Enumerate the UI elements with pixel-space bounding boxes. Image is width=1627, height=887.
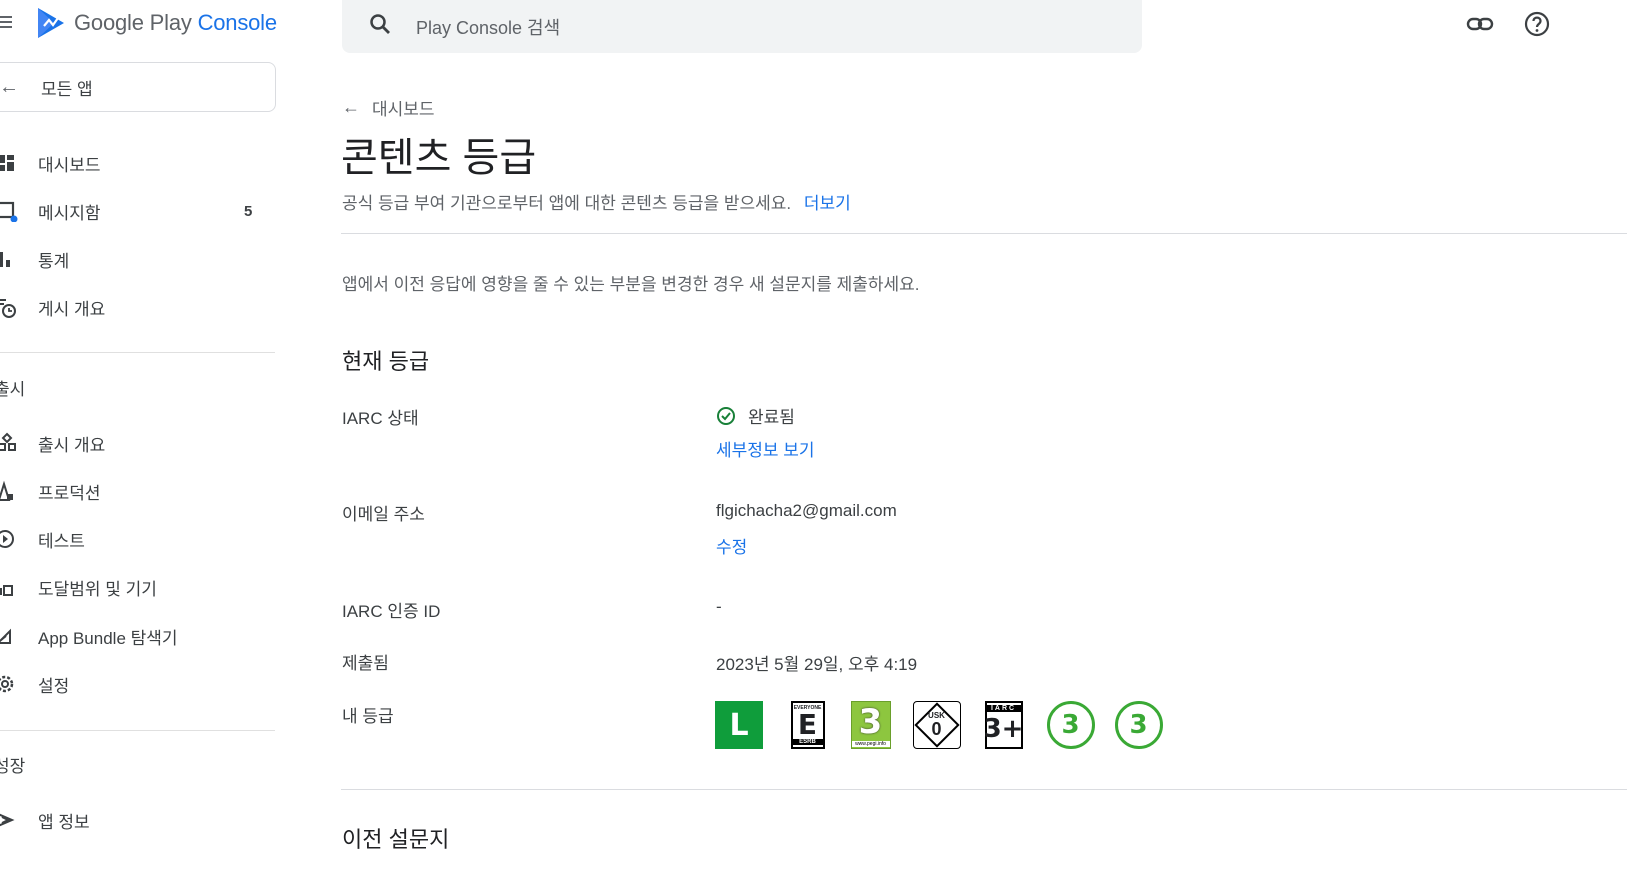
section-divider <box>341 789 1627 790</box>
inbox-icon <box>0 201 18 222</box>
pegi-url: www.pegi.info <box>851 741 890 747</box>
email-label: 이메일 주소 <box>342 505 425 524</box>
app-bundle-icon <box>0 628 11 644</box>
email-value: flgichacha2@gmail.com <box>716 501 897 520</box>
link-icon[interactable] <box>1466 10 1494 38</box>
sidebar-item-label: 앱 정보 <box>38 812 90 832</box>
esrb-rating-badge: EVERYONE E ESRB <box>790 701 825 749</box>
sidebar-item-label: 통계 <box>38 251 70 271</box>
iarc-status-label: IARC 상태 <box>342 409 419 428</box>
back-to-dashboard-link[interactable]: ← 대시보드 <box>342 95 435 120</box>
view-details-link[interactable]: 세부정보 보기 <box>716 436 815 461</box>
sidebar-item-label: 메시지함 <box>38 203 101 223</box>
sidebar-item-inbox[interactable]: 메시지함 5 <box>0 191 280 231</box>
sidebar-item-label: 대시보드 <box>38 155 101 175</box>
sidebar: Google Play Console ← 모든 앱 대시보드 메시지함 5 통… <box>0 0 290 887</box>
sidebar-item-label: App Bundle 탐색기 <box>38 628 178 648</box>
current-rating-heading: 현재 등급 <box>342 349 430 374</box>
logo-console: Console <box>197 10 278 35</box>
settings-icon <box>0 675 14 693</box>
sidebar-item-label: 설정 <box>38 676 70 696</box>
subtitle-text: 공식 등급 부여 기관으로부터 앱에 대한 콘텐츠 등급을 받으세요. <box>342 194 792 213</box>
sidebar-item-label: 게시 개요 <box>38 299 106 319</box>
sidebar-item-label: 출시 개요 <box>38 435 106 455</box>
bar-chart-icon <box>0 252 10 267</box>
section-grow-heading: 성장 <box>0 757 26 776</box>
submitted-value: 2023년 5월 29일, 오후 4:19 <box>716 655 918 674</box>
learn-more-link[interactable]: 더보기 <box>804 194 851 213</box>
store-presence-icon <box>0 813 15 827</box>
rating-badges: L EVERYONE E ESRB 3 www.pegi.info USK 0 … <box>715 701 1183 749</box>
publishing-overview-icon <box>0 299 16 318</box>
sidebar-item-app-bundle-explorer[interactable]: App Bundle 탐색기 <box>0 616 280 656</box>
previous-questionnaire-heading: 이전 설문지 <box>342 827 450 852</box>
my-rating-label: 내 등급 <box>342 707 394 726</box>
iarc-id-value: - <box>716 597 722 616</box>
sidebar-item-label: 테스트 <box>38 531 85 551</box>
sidebar-item-testing[interactable]: 테스트 <box>0 519 280 559</box>
section-release-heading: 출시 <box>0 380 26 399</box>
arrow-back-icon: ← <box>0 75 19 98</box>
circle-rating-badge-1: 3 <box>1046 701 1095 749</box>
sidebar-item-production[interactable]: 프로덕션 <box>0 471 280 511</box>
logo-google-play: Google Play <box>74 10 192 35</box>
dashboard-icon <box>0 155 14 171</box>
page-subtitle: 공식 등급 부여 기관으로부터 앱에 대한 콘텐츠 등급을 받으세요. 더보기 <box>342 189 851 214</box>
page-title: 콘텐츠 등급 <box>341 136 537 180</box>
inbox-count-badge: 5 <box>244 202 253 220</box>
circle-rating-badge-2: 3 <box>1114 701 1163 749</box>
production-icon <box>0 480 13 501</box>
back-label: 대시보드 <box>372 100 435 119</box>
sidebar-item-label: 도달범위 및 기기 <box>38 579 157 599</box>
all-apps-button[interactable]: ← 모든 앱 <box>0 62 276 112</box>
sidebar-item-settings[interactable]: 설정 <box>0 664 280 704</box>
classind-rating-badge: L <box>715 701 763 749</box>
sidebar-item-store-presence[interactable]: 앱 정보 <box>0 800 280 840</box>
devices-icon <box>0 585 13 596</box>
play-console-logo-icon <box>38 8 64 38</box>
iarc-rating: 3+ <box>983 713 1024 744</box>
esrb-bottom-text: ESRB <box>792 739 823 745</box>
usk-number: 0 <box>931 719 942 739</box>
sidebar-item-publishing-overview[interactable]: 게시 개요 <box>0 287 280 327</box>
submitted-label: 제출됨 <box>342 654 389 673</box>
arrow-back-icon: ← <box>342 97 360 117</box>
sidebar-item-label: 프로덕션 <box>38 483 101 503</box>
resubmit-info-text: 앱에서 이전 응답에 영향을 줄 수 있는 부분을 변경한 경우 새 설문지를 … <box>342 275 920 294</box>
section-divider <box>341 233 1627 234</box>
release-overview-icon <box>0 432 16 451</box>
pegi-rating-badge: 3 www.pegi.info <box>850 701 891 749</box>
google-play-console-logo[interactable]: Google Play Console <box>36 6 277 40</box>
iarc-rating-badge: IARC 3+ <box>983 701 1024 749</box>
iarc-status-text: 완료됨 <box>748 408 795 427</box>
edit-email-link[interactable]: 수정 <box>716 533 747 558</box>
sidebar-item-statistics[interactable]: 통계 <box>0 239 280 279</box>
sidebar-item-dashboard[interactable]: 대시보드 <box>0 143 280 183</box>
check-circle-icon <box>717 406 735 425</box>
sidebar-item-devices[interactable]: 도달범위 및 기기 <box>0 567 280 607</box>
sidebar-divider <box>0 352 275 353</box>
hamburger-menu-icon[interactable] <box>0 13 16 33</box>
sidebar-divider <box>0 730 275 731</box>
iarc-header: IARC <box>986 704 1021 712</box>
usk-rating-badge: USK 0 <box>912 701 961 749</box>
search-icon <box>370 14 390 34</box>
iarc-id-label: IARC 인증 ID <box>342 602 441 621</box>
all-apps-label: 모든 앱 <box>41 79 93 99</box>
esrb-letter: E <box>797 708 818 741</box>
iarc-status-value: 완료됨 <box>716 403 795 428</box>
search-bar[interactable]: Play Console 검색 <box>342 0 1142 53</box>
testing-icon <box>0 530 14 548</box>
help-icon[interactable] <box>1523 10 1551 38</box>
pegi-number: 3 <box>858 702 883 742</box>
sidebar-item-release-overview[interactable]: 출시 개요 <box>0 423 280 463</box>
search-placeholder: Play Console 검색 <box>416 17 561 38</box>
